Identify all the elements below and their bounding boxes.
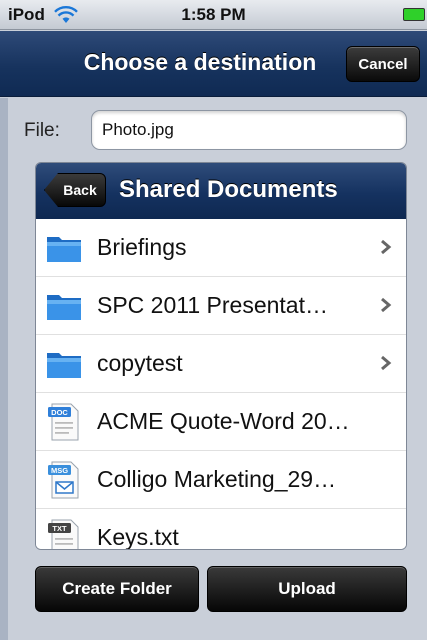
- msg-file-icon: MSG: [48, 461, 79, 499]
- list-item-acme-quote[interactable]: DOC ACME Quote-Word 20…: [36, 393, 406, 451]
- doc-badge: DOC: [51, 408, 68, 417]
- chevron-right-icon: [381, 297, 392, 313]
- list-item-label: Briefings: [97, 234, 187, 260]
- file-name-input[interactable]: [91, 110, 407, 150]
- browser-title: Shared Documents: [119, 176, 338, 203]
- list-item-spc-2011[interactable]: SPC 2011 Presentat…: [36, 277, 406, 335]
- list-item-label: SPC 2011 Presentat…: [97, 292, 328, 318]
- page-title: Choose a destination: [83, 49, 317, 75]
- chevron-right-icon: [381, 239, 392, 255]
- navigation-bar: Choose a destination Cancel: [0, 31, 427, 97]
- folder-icon: [47, 353, 81, 378]
- status-bar: iPod 1:58 PM: [0, 0, 427, 30]
- upload-button[interactable]: Upload: [207, 566, 407, 612]
- msg-badge: MSG: [51, 466, 68, 475]
- create-folder-button[interactable]: Create Folder: [35, 566, 199, 612]
- document-browser: Back Shared Documents Briefings SPC 2011…: [35, 162, 407, 550]
- browser-header: Back Shared Documents: [36, 163, 406, 219]
- list-item-colligo-marketing[interactable]: MSG Colligo Marketing_29…: [36, 451, 406, 509]
- list-item-label: Keys.txt: [97, 524, 179, 550]
- txt-file-icon: TXT: [48, 519, 79, 549]
- list-item-copytest[interactable]: copytest: [36, 335, 406, 393]
- list-item-label: copytest: [97, 350, 183, 376]
- file-list[interactable]: Briefings SPC 2011 Presentat… copytest D…: [36, 219, 406, 550]
- battery-icon: [403, 8, 425, 21]
- list-item-label: ACME Quote-Word 20…: [97, 408, 350, 434]
- folder-icon: [47, 295, 81, 320]
- list-item-briefings[interactable]: Briefings: [36, 219, 406, 277]
- status-time: 1:58 PM: [181, 5, 246, 24]
- doc-file-icon: DOC: [48, 403, 79, 441]
- folder-icon: [47, 237, 81, 262]
- back-button[interactable]: Back: [44, 173, 106, 207]
- list-item-label: Colligo Marketing_29…: [97, 466, 337, 492]
- chevron-right-icon: [381, 355, 392, 371]
- txt-badge: TXT: [52, 524, 67, 533]
- cancel-button[interactable]: Cancel: [346, 46, 420, 82]
- list-item-keys-txt[interactable]: TXT Keys.txt: [36, 509, 406, 550]
- file-label: File:: [24, 120, 60, 141]
